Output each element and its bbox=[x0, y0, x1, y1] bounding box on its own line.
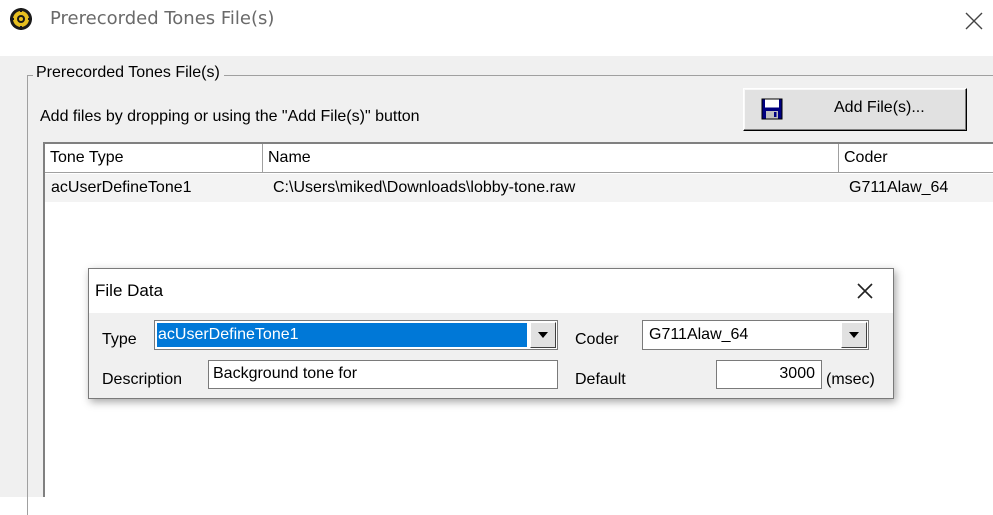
list-row[interactable]: acUserDefineTone1 C:\Users\miked\Downloa… bbox=[45, 174, 993, 202]
description-label: Description bbox=[102, 371, 183, 388]
file-data-titlebar: File Data bbox=[89, 269, 893, 313]
type-dropdown[interactable]: acUserDefineTone1 bbox=[154, 320, 558, 350]
window-title: Prerecorded Tones File(s) bbox=[50, 8, 275, 29]
coder-dropdown[interactable]: G711Alaw_64 bbox=[642, 320, 869, 350]
coder-label: Coder bbox=[575, 331, 619, 348]
floppy-disk-icon bbox=[761, 98, 783, 120]
list-header: Tone Type Name Coder bbox=[45, 144, 993, 173]
add-files-button[interactable]: Add File(s)... bbox=[743, 88, 967, 131]
description-field[interactable]: Background tone for bbox=[208, 360, 558, 389]
groupbox-legend: Prerecorded Tones File(s) bbox=[33, 64, 224, 82]
add-files-hint: Add files by dropping or using the "Add … bbox=[40, 108, 420, 125]
window-titlebar: Prerecorded Tones File(s) bbox=[0, 0, 993, 56]
type-label: Type bbox=[102, 331, 137, 348]
add-files-label: Add File(s)... bbox=[834, 99, 925, 116]
default-label: Default bbox=[575, 371, 626, 388]
column-header-coder[interactable]: Coder bbox=[839, 144, 993, 172]
cell-coder: G711Alaw_64 bbox=[849, 179, 949, 196]
app-gear-icon bbox=[10, 8, 32, 30]
chevron-down-icon[interactable] bbox=[841, 322, 867, 348]
type-dropdown-value: acUserDefineTone1 bbox=[157, 323, 527, 347]
chevron-down-icon[interactable] bbox=[530, 322, 556, 348]
file-data-dialog: File Data Type acUserDefineTone1 Coder G… bbox=[88, 268, 894, 399]
close-icon[interactable] bbox=[962, 9, 986, 33]
column-header-name[interactable]: Name bbox=[263, 144, 839, 172]
file-data-title: File Data bbox=[95, 281, 164, 300]
default-duration-field[interactable]: 3000 bbox=[716, 360, 822, 389]
column-header-tone-type[interactable]: Tone Type bbox=[45, 144, 263, 172]
msec-unit-label: (msec) bbox=[826, 371, 875, 388]
cell-tone-type: acUserDefineTone1 bbox=[51, 179, 192, 196]
cell-name: C:\Users\miked\Downloads\lobby-tone.raw bbox=[273, 179, 576, 196]
close-icon[interactable] bbox=[854, 280, 876, 302]
coder-dropdown-value: G711Alaw_64 bbox=[649, 326, 749, 343]
